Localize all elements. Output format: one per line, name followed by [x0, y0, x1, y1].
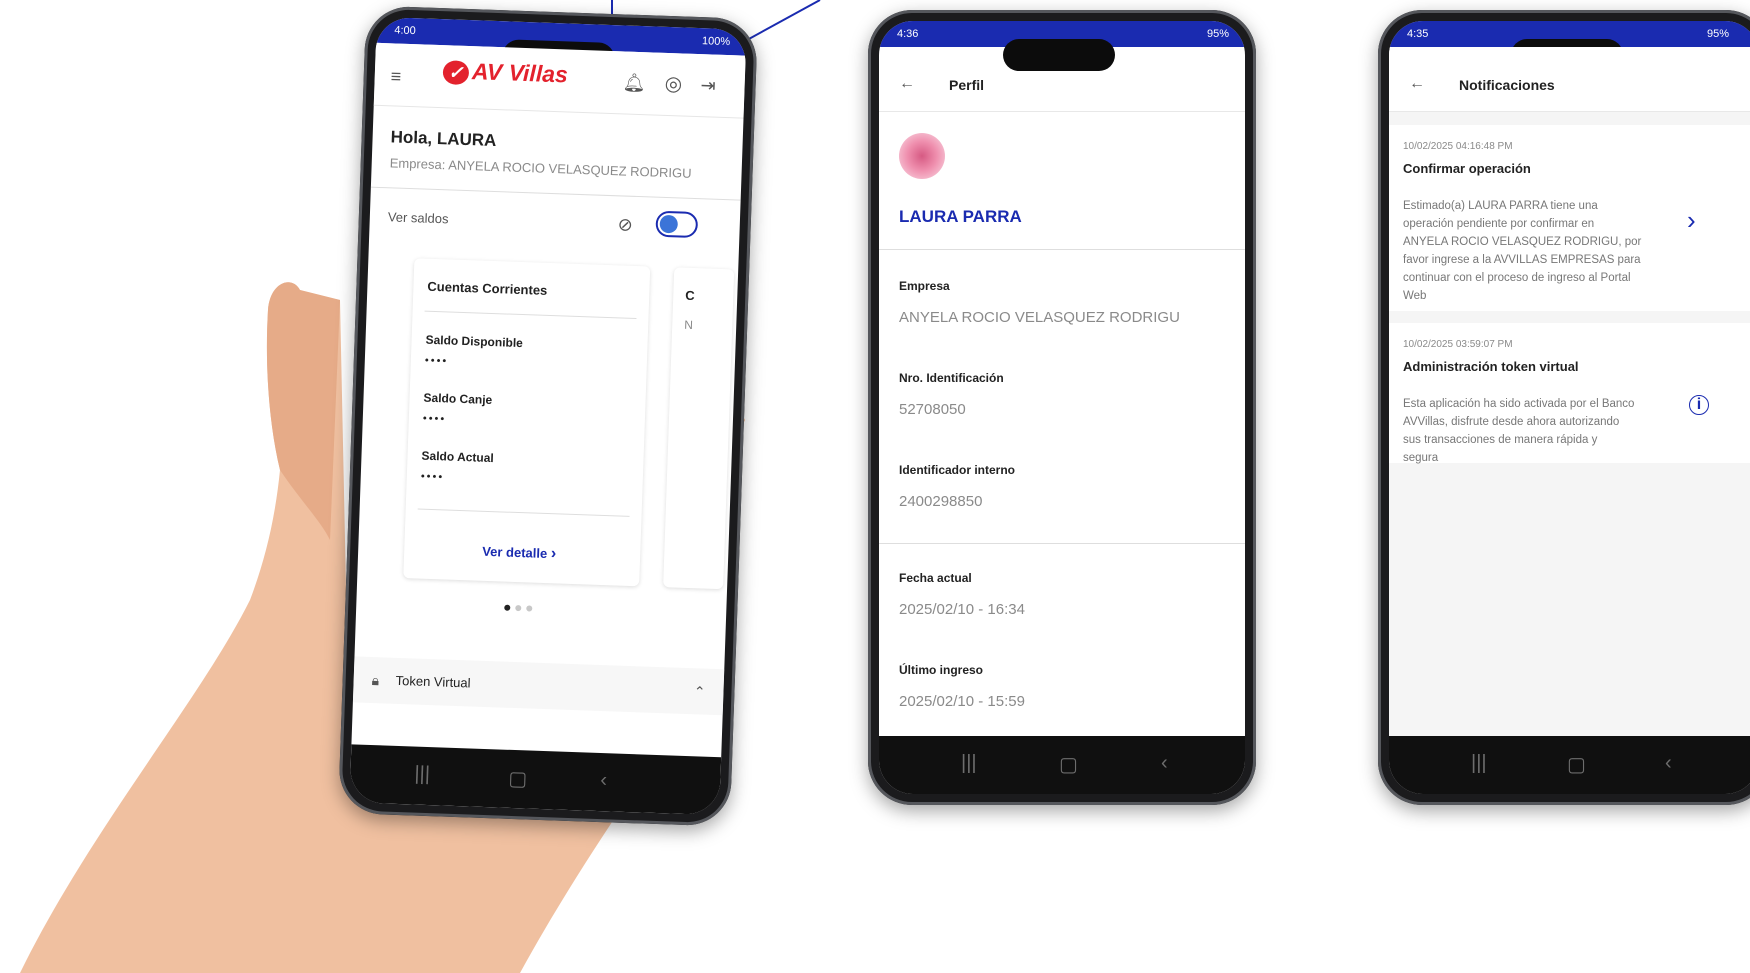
brand-logo: ✓ AV Villas	[442, 57, 569, 88]
id-value: 52708050	[899, 401, 966, 418]
fecha-value: 2025/02/10 - 16:34	[899, 601, 1025, 618]
bell-icon[interactable]: 🔔︎	[622, 72, 646, 93]
eye-off-icon[interactable]: ⊘	[617, 214, 633, 235]
user-icon[interactable]: ◎	[664, 73, 682, 96]
notification-card[interactable]: 10/02/2025 04:16:48 PM Confirmar operaci…	[1389, 125, 1750, 311]
ver-detalle-label: Ver detalle	[481, 543, 548, 562]
chevron-right-icon[interactable]: ›	[1687, 205, 1696, 236]
status-battery: 100%	[701, 35, 731, 49]
divider	[370, 186, 741, 201]
ver-saldos-label: Ver saldos	[387, 209, 449, 227]
id-label: Nro. Identificación	[899, 371, 1004, 385]
back-icon[interactable]: ‹	[1665, 752, 1672, 775]
system-navbar: ||| ▢ ‹	[879, 736, 1245, 794]
avatar	[899, 133, 945, 179]
greeting: Hola, LAURA	[390, 127, 497, 151]
saldo-disponible-value: ••••	[424, 354, 449, 368]
home-screen: 4:00 100% ≡ ✓ AV Villas 🔔︎ ◎ ⇥ Hola, LAUR…	[349, 16, 747, 816]
page-title: Notificaciones	[1459, 77, 1555, 93]
ver-detalle-link[interactable]: Ver detalle ›	[482, 543, 557, 564]
ultimo-label: Último ingreso	[899, 663, 984, 677]
internal-id-label: Identificador interno	[899, 463, 1016, 477]
app-header: ≡ ✓ AV Villas 🔔︎ ◎ ⇥	[373, 42, 746, 119]
card-divider-2	[417, 508, 630, 517]
saldos-toggle[interactable]	[655, 210, 699, 239]
saldo-canje-value: ••••	[422, 412, 447, 426]
recents-icon[interactable]: |||	[961, 752, 977, 775]
back-icon[interactable]: ‹	[1161, 752, 1168, 775]
saldo-canje-label: Saldo Canje	[423, 390, 493, 408]
notification-body: Estimado(a) LAURA PARRA tiene una operac…	[1403, 200, 1642, 302]
carousel-dots[interactable]	[504, 598, 538, 617]
next-card-letter-2: N	[684, 317, 694, 332]
token-virtual-bar[interactable]: 🔒︎ Token Virtual ⌃	[352, 656, 725, 716]
back-arrow-icon[interactable]: ←	[1409, 75, 1425, 93]
notifications-screen: 4:35 95% ← Notificaciones 10/02/2025 04:…	[1389, 21, 1750, 794]
saldo-disponible-label: Saldo Disponible	[425, 332, 524, 351]
recents-icon[interactable]: |||	[414, 763, 430, 787]
card-title: Cuentas Corrientes	[427, 278, 548, 298]
recents-icon[interactable]: |||	[1471, 752, 1487, 775]
system-navbar: ||| ▢ ‹	[349, 744, 722, 816]
status-battery: 95%	[1206, 28, 1229, 40]
ultimo-value: 2025/02/10 - 15:59	[899, 693, 1025, 710]
notification-time: 10/02/2025 03:59:07 PM	[1403, 339, 1513, 350]
system-navbar: ||| ▢ ‹	[1389, 736, 1750, 794]
account-card-next[interactable]: C N	[663, 267, 735, 590]
empresa-label: Empresa	[899, 279, 950, 293]
logout-icon[interactable]: ⇥	[700, 75, 716, 96]
notification-title: Administración token virtual	[1403, 359, 1579, 374]
info-icon[interactable]: i	[1689, 395, 1709, 415]
back-icon[interactable]: ‹	[600, 769, 607, 792]
account-card: Cuentas Corrientes Saldo Disponible ••••…	[403, 258, 651, 587]
saldo-actual-label: Saldo Actual	[421, 448, 494, 466]
notifications-header: ← Notificaciones	[1389, 47, 1750, 112]
menu-icon[interactable]: ≡	[390, 66, 401, 86]
status-time: 4:00	[394, 24, 416, 38]
status-battery: 95%	[1706, 28, 1729, 40]
phone-home: 4:00 100% ≡ ✓ AV Villas 🔔︎ ◎ ⇥ Hola, LAUR…	[338, 5, 758, 827]
home-icon[interactable]: ▢	[508, 766, 528, 792]
empresa-value: ANYELA ROCIO VELASQUEZ RODRIGU	[899, 309, 1180, 326]
divider-2	[879, 543, 1245, 544]
profile-header: ← Perfil	[879, 47, 1245, 112]
notification-body: Esta aplicación ha sido activada por el …	[1403, 398, 1635, 464]
fecha-label: Fecha actual	[899, 571, 972, 585]
notification-time: 10/02/2025 04:16:48 PM	[1403, 141, 1513, 152]
chevron-up-icon[interactable]: ⌃	[693, 682, 705, 700]
notification-title: Confirmar operación	[1403, 161, 1531, 176]
saldo-actual-value: ••••	[420, 470, 445, 484]
notification-card[interactable]: 10/02/2025 03:59:07 PM Administración to…	[1389, 323, 1750, 464]
brand-name: AV Villas	[471, 58, 569, 88]
home-icon[interactable]: ▢	[1059, 752, 1078, 777]
internal-id-value: 2400298850	[899, 493, 983, 510]
next-card-letter-1: C	[685, 287, 695, 304]
home-icon[interactable]: ▢	[1567, 752, 1586, 777]
lock-icon: 🔒︎	[371, 672, 380, 689]
page-title: Perfil	[949, 77, 985, 93]
status-time: 4:35	[1407, 28, 1429, 40]
profile-name: LAURA PARRA	[899, 207, 1022, 226]
token-virtual-label: Token Virtual	[395, 672, 471, 691]
company-label: Empresa: ANYELA ROCIO VELASQUEZ RODRIGU	[389, 155, 692, 181]
status-time: 4:36	[897, 28, 919, 40]
phone-profile: 4:36 95% ← Perfil LAURA PARRA Empresa AN…	[868, 10, 1256, 805]
back-arrow-icon[interactable]: ←	[899, 75, 915, 93]
card-divider	[424, 310, 637, 320]
phone-notifications: 4:35 95% ← Notificaciones 10/02/2025 04:…	[1378, 10, 1750, 805]
divider	[879, 249, 1245, 250]
chevron-right-icon: ›	[550, 545, 557, 563]
profile-screen: 4:36 95% ← Perfil LAURA PARRA Empresa AN…	[879, 21, 1245, 794]
